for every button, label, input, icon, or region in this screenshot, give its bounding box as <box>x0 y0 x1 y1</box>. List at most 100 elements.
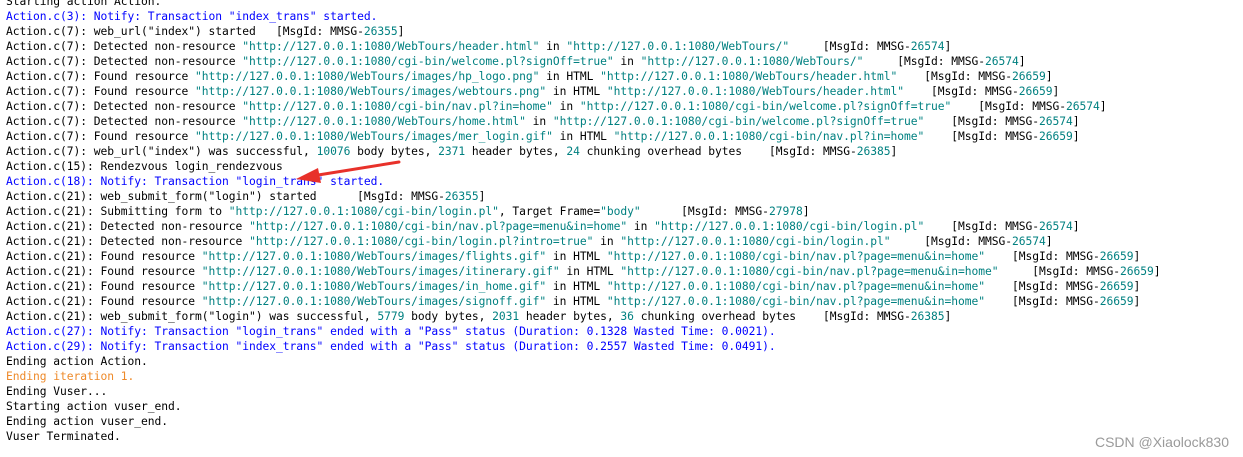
log-text: Action.c(15): Rendezvous login_rendezvou… <box>6 160 283 173</box>
log-highlight: 26659 <box>1011 70 1046 83</box>
log-text: Action.c(7): Found resource <box>6 130 196 143</box>
log-text: ] <box>1153 265 1161 278</box>
log-line: Action.c(29): Notify: Transaction "index… <box>6 339 1161 354</box>
log-text: in <box>539 40 567 53</box>
log-highlight: 36 <box>620 310 634 323</box>
log-text: [MsgId: MMSG- <box>897 70 1012 83</box>
log-highlight: "http://127.0.0.1:1080/cgi-bin/welcome.p… <box>579 100 952 113</box>
log-line: Action.c(7): web_url("index") was succes… <box>6 144 1161 159</box>
log-highlight: "http://127.0.0.1:1080/WebTours/" <box>566 40 790 53</box>
log-highlight: "http://127.0.0.1:1080/cgi-bin/welcome.p… <box>242 55 614 68</box>
log-highlight: 26659 <box>1099 280 1134 293</box>
log-text: Starting action Action. <box>6 0 162 8</box>
log-text: in HTML <box>546 280 607 293</box>
log-text: Action.c(21): Submitting form to <box>6 205 229 218</box>
log-text: ] <box>1045 70 1053 83</box>
log-highlight: 26659 <box>1018 85 1053 98</box>
log-line: Action.c(21): Detected non-resource "htt… <box>6 234 1161 249</box>
log-text: in HTML <box>546 250 607 263</box>
log-text: Starting action vuser_end. <box>6 400 182 413</box>
log-line: Starting action Action. <box>6 0 1161 9</box>
log-line: Action.c(21): Submitting form to "http:/… <box>6 204 1161 219</box>
log-text: in <box>552 100 580 113</box>
log-line: Action.c(7): Detected non-resource "http… <box>6 99 1161 114</box>
log-line: Vuser Terminated. <box>6 429 1161 444</box>
log-highlight: 26574 <box>1038 115 1073 128</box>
log-text: ] <box>1133 295 1141 308</box>
log-text: in HTML <box>552 130 614 143</box>
log-highlight: "http://127.0.0.1:1080/cgi-bin/nav.pl?pa… <box>249 220 628 233</box>
log-highlight: 26659 <box>1099 250 1134 263</box>
log-text: Action.c(21): Found resource <box>6 295 202 308</box>
log-highlight: "http://127.0.0.1:1080/WebTours/images/w… <box>195 85 547 98</box>
log-text: Action.c(27): Notify: Transaction "login… <box>6 325 776 338</box>
log-highlight: "body" <box>600 205 641 218</box>
log-line: Ending iteration 1. <box>6 369 1161 384</box>
log-line: Action.c(21): Found resource "http://127… <box>6 279 1161 294</box>
log-text: header bytes, <box>519 310 621 323</box>
log-text: [MsgId: MMSG- <box>789 40 911 53</box>
log-text: Action.c(29): Notify: Transaction "index… <box>6 340 776 353</box>
log-text: ] <box>1072 115 1080 128</box>
log-text: in HTML <box>559 265 621 278</box>
log-text: [MsgId: MMSG- <box>863 55 985 68</box>
log-text: Action.c(7): Detected non-resource <box>6 115 243 128</box>
log-line: Ending action Action. <box>6 354 1161 369</box>
log-line: Action.c(27): Notify: Transaction "login… <box>6 324 1161 339</box>
log-highlight: "http://127.0.0.1:1080/cgi-bin/welcome.p… <box>552 115 925 128</box>
log-text: Action.c(7): Detected non-resource <box>6 100 243 113</box>
log-highlight: "http://127.0.0.1:1080/WebTours/home.htm… <box>242 115 526 128</box>
log-highlight: 2031 <box>492 310 520 323</box>
log-text: Action.c(21): Found resource <box>6 250 202 263</box>
log-text: [MsgId: MMSG- <box>998 265 1120 278</box>
log-text: [MsgId: MMSG- <box>984 295 1100 308</box>
log-line: Action.c(15): Rendezvous login_rendezvou… <box>6 159 1161 174</box>
log-text: ] <box>1099 100 1107 113</box>
log-text: [MsgId: MMSG- <box>984 250 1100 263</box>
log-highlight: "http://127.0.0.1:1080/WebTours/header.h… <box>600 70 898 83</box>
log-text: Action.c(7): Detected non-resource <box>6 55 243 68</box>
log-line: Action.c(3): Notify: Transaction "index_… <box>6 9 1161 24</box>
log-text: , Target Frame= <box>498 205 601 218</box>
log-text: Ending iteration 1. <box>6 370 135 383</box>
log-text: [MsgId: MMSG- <box>924 115 1039 128</box>
log-text: in <box>627 220 655 233</box>
log-text: [MsgId: MMSG- <box>903 85 1019 98</box>
log-text: [MsgId: MMSG- <box>951 100 1066 113</box>
log-highlight: 26385 <box>856 145 891 158</box>
log-text: Ending action vuser_end. <box>6 415 169 428</box>
log-highlight: 26355 <box>363 25 398 38</box>
log-highlight: "http://127.0.0.1:1080/cgi-bin/login.pl" <box>620 235 891 248</box>
log-text: ] <box>1133 280 1141 293</box>
log-highlight: 26574 <box>984 55 1019 68</box>
log-highlight: 26574 <box>1065 100 1100 113</box>
log-text: Action.c(21): Found resource <box>6 280 202 293</box>
log-text: chunking overhead bytes [MsgId: MMSG- <box>579 145 857 158</box>
log-text: ] <box>1072 220 1080 233</box>
csdn-watermark: CSDN @Xiaolock830 <box>1094 434 1229 450</box>
log-line: Ending action vuser_end. <box>6 414 1161 429</box>
log-highlight: 24 <box>566 145 580 158</box>
log-text: in HTML <box>546 295 607 308</box>
log-line: Action.c(21): Detected non-resource "htt… <box>6 219 1161 234</box>
log-text: Action.c(21): Detected non-resource <box>6 235 250 248</box>
log-line: Action.c(21): Found resource "http://127… <box>6 264 1161 279</box>
log-text: in <box>593 235 621 248</box>
log-highlight: 27978 <box>768 205 803 218</box>
log-highlight: "http://127.0.0.1:1080/cgi-bin/nav.pl?in… <box>242 100 553 113</box>
log-line: Action.c(21): Found resource "http://127… <box>6 294 1161 309</box>
log-highlight: 26574 <box>1012 235 1046 248</box>
log-highlight: "http://127.0.0.1:1080/cgi-bin/nav.pl?pa… <box>620 265 999 278</box>
log-text: ] <box>1045 235 1053 248</box>
log-text: in <box>525 115 553 128</box>
log-text: Action.c(7): web_url("index") was succes… <box>6 145 317 158</box>
log-highlight: 2371 <box>438 145 466 158</box>
log-line: Action.c(7): Found resource "http://127.… <box>6 69 1161 84</box>
log-text: [MsgId: MMSG- <box>640 205 769 218</box>
log-highlight: 26385 <box>910 310 945 323</box>
log-text: in HTML <box>546 85 607 98</box>
log-text: Action.c(21): web_submit_form("login") s… <box>6 190 445 203</box>
log-text: [MsgId: MMSG- <box>984 280 1100 293</box>
log-text: body bytes, <box>350 145 439 158</box>
log-line: Action.c(7): Found resource "http://127.… <box>6 84 1161 99</box>
